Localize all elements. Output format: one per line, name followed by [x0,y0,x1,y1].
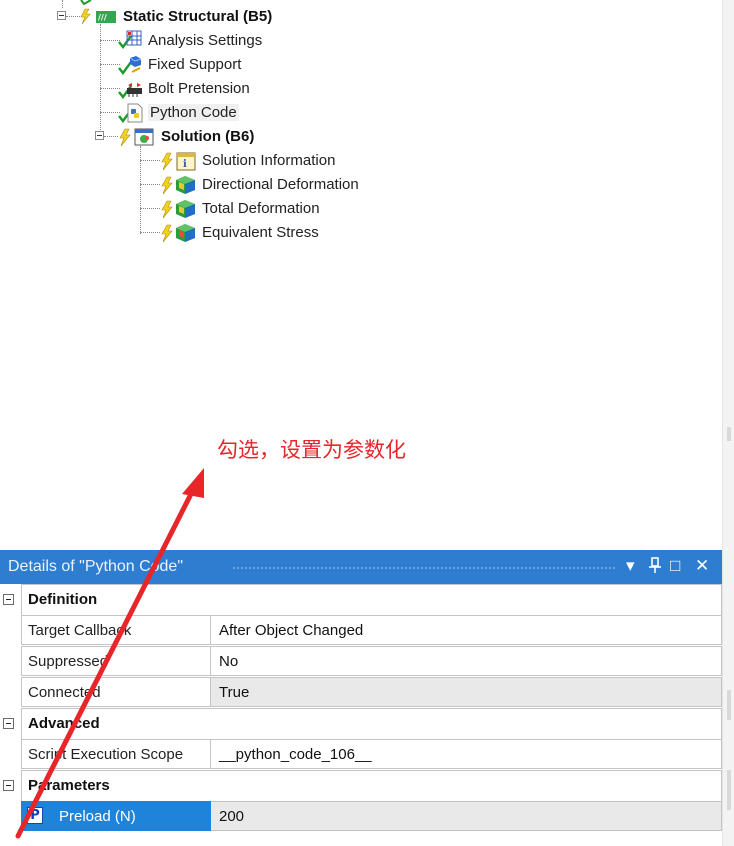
scrollbar-marker [727,770,731,810]
tree-node-analysis-settings[interactable]: Analysis Settings [118,29,262,51]
category-label: Advanced [28,715,100,732]
tree-line [100,112,120,113]
parameter-checkbox[interactable]: P [27,807,43,824]
property-value-text: After Object Changed [219,622,364,639]
deformation-result-icon [160,174,198,195]
property-row-preload[interactable]: P Preload (N) 200 [0,801,722,832]
property-key: P Preload (N) [21,801,211,831]
tree-node-total-deformation[interactable]: Total Deformation [160,197,320,219]
category-definition[interactable]: Definition [0,584,722,616]
category-advanced[interactable]: Advanced [0,708,722,740]
tree-label: Solution (B6) [161,127,255,145]
bolt-pretension-icon [118,78,144,99]
svg-text:i: i [183,159,187,170]
analysis-settings-icon [118,30,144,50]
category-header: Advanced [21,708,722,740]
property-value-text: 200 [219,808,245,825]
scrollbar-marker [727,427,731,441]
pin-icon[interactable] [648,556,662,579]
details-title: Details of "Python Code" [8,558,184,575]
property-row-target-callback[interactable]: Target Callback After Object Changed [0,615,722,646]
property-row-suppressed[interactable]: Suppressed No [0,646,722,677]
property-value[interactable]: __python_code_106__ [211,739,722,769]
category-header: Definition [21,584,722,616]
category-label: Definition [28,591,98,608]
property-row-connected[interactable]: Connected True [0,677,722,708]
tree-label: Analysis Settings [148,31,263,49]
python-code-icon [118,102,144,123]
property-key-label: Script Execution Scope [28,746,184,763]
solution-icon [117,126,157,147]
tree-node-solution-information[interactable]: i Solution Information [160,149,335,171]
tree-label: Fixed Support [148,55,242,73]
tree-label: Total Deformation [202,199,320,217]
tree-node-static-structural[interactable]: /// Static Structural (B5) [79,5,272,27]
property-value[interactable]: After Object Changed [211,615,722,645]
category-parameters[interactable]: Parameters [0,770,722,802]
category-label: Parameters [28,777,110,794]
annotation-text: 勾选，设置为参数化 [217,438,406,462]
fixed-support-icon [118,54,144,75]
tree-label: Equivalent Stress [202,223,319,241]
tree-node-bolt-pretension[interactable]: Bolt Pretension [118,77,250,99]
property-key-label: Connected [28,684,101,701]
tree-label: Bolt Pretension [148,79,250,97]
tree-node-directional-deformation[interactable]: Directional Deformation [160,173,359,195]
tree-label: Python Code [148,103,239,121]
vertical-scrollbar[interactable] [722,0,734,846]
property-key-label: Target Callback [28,622,132,639]
title-bar-grip [232,566,616,569]
tree-label: Directional Deformation [202,175,359,193]
category-header: Parameters [21,770,722,802]
tree-line [100,40,120,41]
tree-node-fixed-support[interactable]: Fixed Support [118,53,241,75]
stress-result-icon [160,222,198,243]
property-key-label: Preload (N) [59,808,136,825]
details-title-bar: Details of "Python Code" ▾ □ ✕ [0,550,722,584]
tree-line [100,88,120,89]
collapse-toggle[interactable] [3,718,14,729]
property-row-script-execution-scope[interactable]: Script Execution Scope __python_code_106… [0,739,722,770]
tree-label: Solution Information [202,151,336,169]
svg-text:///: /// [98,13,107,22]
property-key: Connected [21,677,211,707]
tree-line [104,136,118,137]
dropdown-icon[interactable]: ▾ [626,556,635,576]
tree-node-python-code[interactable]: Python Code [118,101,239,123]
tree-line [62,0,63,8]
tree-line [100,24,101,138]
tree-node-solution[interactable]: Solution (B6) [117,125,254,147]
property-value: True [211,677,722,707]
tree-line [140,208,160,209]
scrollbar-marker [727,690,731,720]
property-key-label: Suppressed [28,653,109,670]
property-key: Script Execution Scope [21,739,211,769]
close-icon[interactable]: ✕ [695,556,709,576]
tree-line [140,160,160,161]
tree-line [66,16,80,17]
property-value-text: True [219,684,250,701]
property-key: Suppressed [21,646,211,676]
property-value-text: __python_code_106__ [219,746,372,763]
tree-label: Static Structural (B5) [123,7,273,25]
tree-line [140,184,160,185]
property-value-text: No [219,653,239,670]
property-key: Target Callback [21,615,211,645]
deformation-result-icon [160,198,198,219]
collapse-toggle[interactable] [95,131,104,140]
tree-node-equivalent-stress[interactable]: Equivalent Stress [160,221,319,243]
collapse-toggle[interactable] [57,11,66,20]
collapse-toggle[interactable] [3,780,14,791]
pin-icon-glyph [649,557,661,573]
tree-line [100,64,120,65]
static-structural-icon: /// [79,6,119,26]
solution-information-icon: i [160,150,198,171]
collapse-toggle[interactable] [3,594,14,605]
maximize-icon[interactable]: □ [670,556,680,576]
property-value[interactable]: No [211,646,722,676]
tree-line [140,232,160,233]
property-value[interactable]: 200 [211,801,722,831]
details-panel: Details of "Python Code" ▾ □ ✕ Definitio… [0,550,722,846]
